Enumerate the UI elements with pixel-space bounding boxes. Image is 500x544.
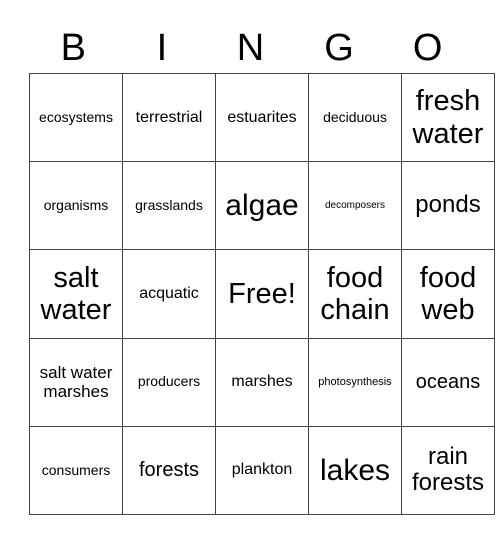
bingo-cell[interactable]: lakes xyxy=(308,425,402,516)
bingo-cell[interactable]: photosynthesis xyxy=(308,337,402,427)
bingo-cell[interactable]: producers xyxy=(122,337,216,427)
bingo-row: consumers forests plankton lakes rain forest… xyxy=(29,425,495,516)
bingo-row: salt water marshes producers marshes photos… xyxy=(29,337,495,427)
bingo-cell[interactable]: grasslands xyxy=(122,161,216,251)
bingo-cell[interactable]: ecosystems xyxy=(29,72,123,163)
header-letter-g: G xyxy=(324,27,354,69)
bingo-cell[interactable]: fresh water xyxy=(401,72,495,163)
bingo-cell[interactable]: salt water xyxy=(29,249,123,339)
bingo-cell[interactable]: ponds xyxy=(401,161,495,251)
bingo-cell[interactable]: marshes xyxy=(215,337,309,427)
bingo-cell[interactable]: algae xyxy=(215,161,309,251)
bingo-cell[interactable]: rain forests xyxy=(401,425,495,516)
bingo-cell[interactable]: deciduous xyxy=(308,72,402,163)
bingo-cell[interactable]: forests xyxy=(122,425,216,516)
bingo-cell[interactable]: Free! xyxy=(215,249,309,339)
header-letter-n: N xyxy=(236,27,265,69)
bingo-grid: ecosystems terrestrial estuarites deciduous… xyxy=(29,72,495,516)
header-letter-i: I xyxy=(156,27,168,69)
bingo-cell[interactable]: oceans xyxy=(401,337,495,427)
bingo-cell[interactable]: terrestrial xyxy=(122,72,216,163)
bingo-cell[interactable]: estuarites xyxy=(215,72,309,163)
bingo-row: salt water acquatic Free! food chain food we… xyxy=(29,249,495,339)
bingo-row: ecosystems terrestrial estuarites deciduous… xyxy=(29,72,495,163)
bingo-cell[interactable]: organisms xyxy=(29,161,123,251)
bingo-cell[interactable]: food web xyxy=(401,249,495,339)
header-letter-b: B xyxy=(60,27,86,69)
header-letter-o: O xyxy=(412,27,443,69)
bingo-row: organisms grasslands algae decomposers ponds xyxy=(29,161,495,251)
bingo-cell[interactable]: plankton xyxy=(215,425,309,516)
bingo-cell[interactable]: salt water marshes xyxy=(29,337,123,427)
bingo-header: B I N G O xyxy=(29,26,472,70)
bingo-cell[interactable]: food chain xyxy=(308,249,402,339)
bingo-cell[interactable]: acquatic xyxy=(122,249,216,339)
bingo-cell[interactable]: consumers xyxy=(29,425,123,516)
bingo-cell[interactable]: decomposers xyxy=(308,161,402,251)
